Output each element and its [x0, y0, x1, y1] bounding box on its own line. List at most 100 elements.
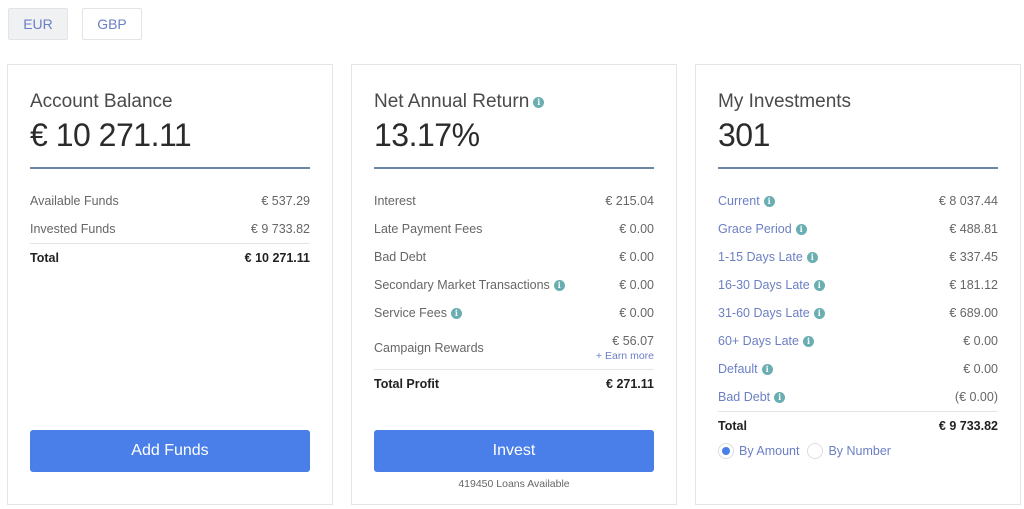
list-item: 31-60 Days Late i € 689.00: [718, 299, 998, 327]
row-label: Interest: [374, 194, 416, 208]
row-label: 1-15 Days Late: [718, 250, 803, 264]
radio-by-amount[interactable]: By Amount: [718, 443, 799, 459]
return-rows: Interest € 215.04 Late Payment Fees € 0.…: [374, 187, 654, 398]
row-value: € 181.12: [949, 278, 998, 292]
row-value: € 56.07: [612, 334, 654, 348]
list-item: Secondary Market Transactions i € 0.00: [374, 271, 654, 299]
status-link-31-60-days-late[interactable]: 31-60 Days Late i: [718, 306, 825, 320]
list-item: Service Fees i € 0.00: [374, 299, 654, 327]
total-row: Total € 9 733.82: [718, 411, 998, 440]
total-label: Total: [30, 251, 59, 265]
total-value: € 10 271.11: [244, 251, 310, 265]
row-value: (€ 0.00): [954, 390, 998, 404]
row-value: € 215.04: [605, 194, 654, 208]
row-label: Campaign Rewards: [374, 341, 484, 355]
row-value: € 488.81: [949, 222, 998, 236]
info-icon[interactable]: i: [450, 307, 462, 319]
radio-label: By Number: [828, 444, 891, 458]
list-item: Interest € 215.04: [374, 187, 654, 215]
info-icon[interactable]: i: [813, 279, 825, 291]
list-item: 16-30 Days Late i € 181.12: [718, 271, 998, 299]
list-item: Bad Debt i (€ 0.00): [718, 383, 998, 411]
list-item: Default i € 0.00: [718, 355, 998, 383]
row-label: Bad Debt: [374, 250, 427, 264]
row-label: Service Fees: [374, 306, 447, 320]
status-link-1-15-days-late[interactable]: 1-15 Days Late i: [718, 250, 818, 264]
status-link-default[interactable]: Default i: [718, 362, 773, 376]
currency-gbp-button[interactable]: GBP: [82, 8, 142, 40]
radio-button[interactable]: [807, 443, 824, 459]
add-funds-button[interactable]: Add Funds: [30, 430, 310, 472]
row-value: € 0.00: [619, 250, 654, 264]
currency-eur-button[interactable]: EUR: [8, 8, 68, 40]
list-item: Late Payment Fees € 0.00: [374, 215, 654, 243]
info-icon[interactable]: i: [795, 223, 807, 235]
status-link-bad-debt[interactable]: Bad Debt i: [718, 390, 786, 404]
row-label: Current: [718, 194, 760, 208]
info-icon[interactable]: i: [774, 391, 786, 403]
info-icon[interactable]: i: [533, 96, 545, 108]
list-item: Available Funds € 537.29: [30, 187, 310, 215]
earn-more-link[interactable]: + Earn more: [596, 350, 654, 362]
total-label: Total Profit: [374, 377, 440, 391]
card-title-text: Net Annual Return: [374, 91, 530, 112]
row-label: 31-60 Days Late: [718, 306, 810, 320]
row-label-wrap: Secondary Market Transactions i: [374, 278, 565, 292]
row-value: € 689.00: [949, 306, 998, 320]
row-value: € 0.00: [619, 222, 654, 236]
status-link-16-30-days-late[interactable]: 16-30 Days Late i: [718, 278, 825, 292]
info-icon[interactable]: i: [553, 279, 565, 291]
row-value: € 8 037.44: [938, 194, 998, 208]
list-item: Bad Debt € 0.00: [374, 243, 654, 271]
loans-available-text: 419450 Loans Available: [458, 478, 570, 490]
status-link-grace-period[interactable]: Grace Period i: [718, 222, 807, 236]
row-label: Default: [718, 362, 758, 376]
row-label: Bad Debt: [718, 390, 771, 404]
list-item: Campaign Rewards € 56.07 + Earn more: [374, 327, 654, 369]
row-label: Late Payment Fees: [374, 222, 483, 236]
row-label: Available Funds: [30, 194, 119, 208]
radio-button-checked[interactable]: [718, 443, 734, 459]
balance-rows: Available Funds € 537.29 Invested Funds …: [30, 187, 310, 272]
total-value: € 271.11: [606, 377, 654, 391]
divider: [374, 167, 654, 169]
info-icon[interactable]: i: [763, 195, 775, 207]
row-value: € 9 733.82: [250, 222, 310, 236]
investments-count: 301: [718, 117, 770, 153]
info-icon[interactable]: i: [813, 307, 825, 319]
row-label: Grace Period: [718, 222, 792, 236]
info-icon[interactable]: i: [761, 363, 773, 375]
account-balance-card: Account Balance € 10 271.11 Available Fu…: [7, 64, 333, 505]
card-title: Net Annual Return i: [374, 91, 545, 113]
row-label: 16-30 Days Late: [718, 278, 810, 292]
net-annual-return-card: Net Annual Return i 13.17% Interest € 21…: [351, 64, 677, 505]
net-annual-return-value: 13.17%: [374, 117, 480, 153]
row-value: € 0.00: [963, 334, 998, 348]
row-value-stack: € 56.07 + Earn more: [596, 334, 654, 362]
invest-button[interactable]: Invest: [374, 430, 654, 472]
list-item: Grace Period i € 488.81: [718, 215, 998, 243]
my-investments-card: My Investments 301 Current i € 8 037.44 G…: [695, 64, 1021, 505]
total-label: Total: [718, 419, 747, 433]
info-icon[interactable]: i: [802, 335, 814, 347]
list-item: Invested Funds € 9 733.82: [30, 215, 310, 243]
card-title-text: My Investments: [718, 91, 852, 112]
currency-switch: EUR GBP: [8, 8, 142, 40]
row-label: Secondary Market Transactions: [374, 278, 550, 292]
total-value: € 9 733.82: [938, 419, 998, 433]
row-value: € 0.00: [963, 362, 998, 376]
info-icon[interactable]: i: [806, 251, 818, 263]
row-label-wrap: Service Fees i: [374, 306, 462, 320]
total-row: Total Profit € 271.11: [374, 369, 654, 398]
list-item: 1-15 Days Late i € 337.45: [718, 243, 998, 271]
radio-by-number[interactable]: By Number: [807, 443, 891, 459]
account-balance-amount: € 10 271.11: [30, 117, 192, 153]
list-item: 60+ Days Late i € 0.00: [718, 327, 998, 355]
row-label: Invested Funds: [30, 222, 116, 236]
status-link-60-plus-days-late[interactable]: 60+ Days Late i: [718, 334, 814, 348]
total-row: Total € 10 271.11: [30, 243, 310, 272]
status-link-current[interactable]: Current i: [718, 194, 775, 208]
row-value: € 0.00: [619, 306, 654, 320]
view-mode-radio-group: By Amount By Number: [718, 443, 891, 459]
radio-label: By Amount: [739, 444, 800, 458]
